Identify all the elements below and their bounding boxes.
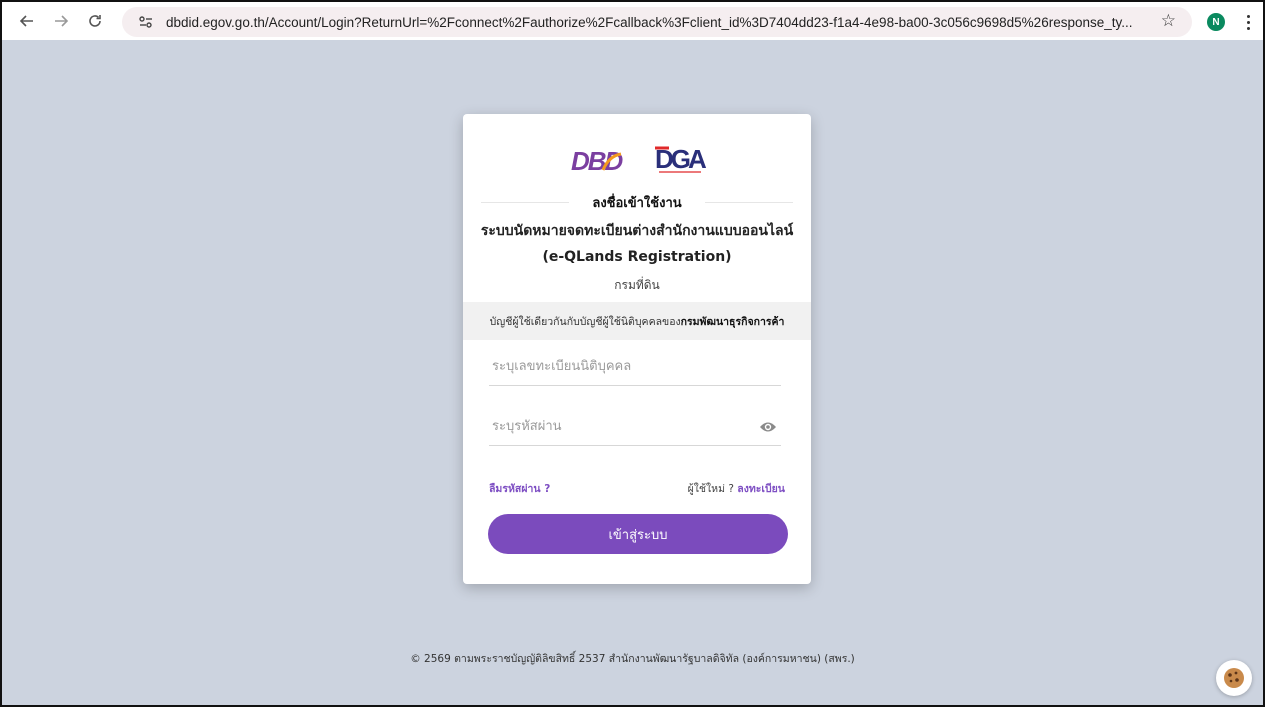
username-field[interactable] bbox=[489, 348, 781, 386]
auth-links: ลืมรหัสผ่าน ? ผู้ใช้ใหม่ ? ลงทะเบียน bbox=[489, 478, 785, 498]
register-link[interactable]: ลงทะเบียน bbox=[737, 483, 785, 495]
bookmark-star-icon[interactable]: ☆ bbox=[1161, 11, 1176, 31]
reload-icon[interactable] bbox=[82, 8, 108, 34]
notice-department: กรมพัฒนาธุรกิจการค้า bbox=[680, 315, 785, 328]
profile-avatar[interactable]: N bbox=[1207, 13, 1225, 31]
login-heading: ลงชื่อเข้าใช้งาน bbox=[481, 192, 793, 214]
department-name: กรมที่ดิน bbox=[614, 278, 660, 292]
notice-text: บัญชีผู้ใช้เดียวกันกับบัญชีผู้ใช้นิติบุค… bbox=[489, 315, 681, 328]
cookie-icon[interactable] bbox=[1216, 660, 1252, 696]
eye-icon[interactable] bbox=[759, 420, 777, 434]
menu-dots-icon[interactable] bbox=[1242, 10, 1254, 34]
account-notice: บัญชีผู้ใช้เดียวกันกับบัญชีผู้ใช้นิติบุค… bbox=[463, 302, 811, 340]
login-button[interactable]: เข้าสู่ระบบ bbox=[488, 514, 788, 554]
footer-copyright: © 2569 ตามพระราชบัญญัติลิขสิทธิ์ 2537 สำ… bbox=[410, 653, 855, 665]
new-user-text: ผู้ใช้ใหม่ ? ลงทะเบียน bbox=[688, 480, 785, 497]
forward-arrow-icon[interactable] bbox=[48, 8, 74, 34]
browser-toolbar: dbdid.egov.go.th/Account/Login?ReturnUrl… bbox=[0, 0, 1265, 40]
password-input[interactable] bbox=[489, 419, 739, 434]
site-info-icon[interactable] bbox=[132, 8, 160, 36]
address-bar[interactable]: dbdid.egov.go.th/Account/Login?ReturnUrl… bbox=[122, 7, 1192, 37]
password-field[interactable] bbox=[489, 408, 781, 446]
login-heading-text: ลงชื่อเข้าใช้งาน bbox=[592, 196, 682, 211]
forgot-password-link[interactable]: ลืมรหัสผ่าน ? bbox=[489, 480, 550, 497]
logo-row: DBD DGA bbox=[463, 140, 811, 176]
new-user-label: ผู้ใช้ใหม่ ? bbox=[687, 483, 734, 495]
dbd-dga-logos: DBD DGA bbox=[571, 144, 710, 176]
back-arrow-icon[interactable] bbox=[14, 8, 40, 34]
system-name: ระบบนัดหมายจดทะเบียนต่างสำนักงานแบบออนไล… bbox=[480, 223, 794, 265]
username-input[interactable] bbox=[489, 359, 739, 374]
url-text[interactable]: dbdid.egov.go.th/Account/Login?ReturnUrl… bbox=[166, 15, 1156, 30]
dbd-logo: DBD bbox=[571, 146, 624, 176]
login-card: DBD DGA ลงชื่อเข้าใช้งาน ระบบนัดหมายจดทะ… bbox=[463, 114, 811, 584]
